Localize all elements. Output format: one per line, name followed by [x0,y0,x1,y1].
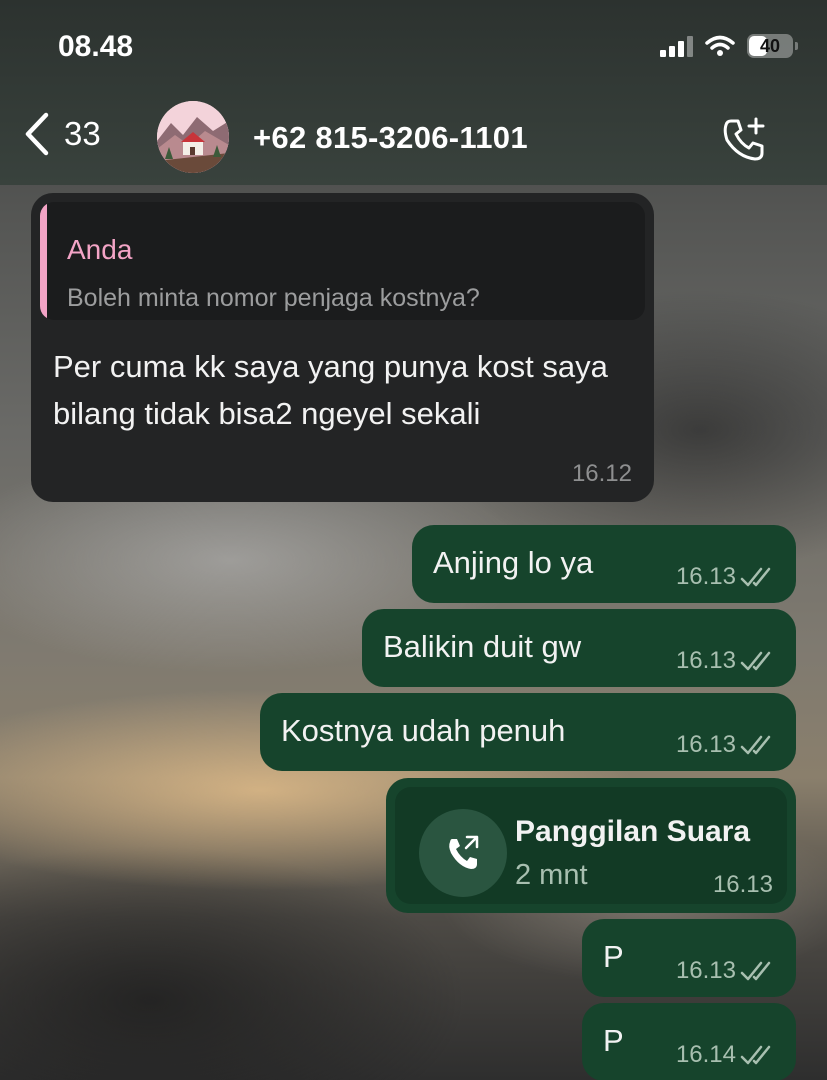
outgoing-message[interactable]: Anjing lo ya 16.13 [412,525,796,603]
message-time: 16.13 [675,563,736,590]
incoming-message[interactable]: Anda Boleh minta nomor penjaga kostnya? … [31,193,654,502]
chevron-left-icon [25,112,49,156]
message-text: Kostnya udah penuh [281,713,566,748]
message-meta: 16.14 [676,1041,776,1069]
avatar[interactable] [157,101,229,173]
outgoing-message[interactable]: P 16.14 [582,1003,796,1080]
message-time: 16.13 [675,731,736,758]
message-time: 16.12 [571,460,632,487]
message-text: Per cuma kk saya yang punya kost saya bi… [53,349,608,431]
add-call-icon [723,117,765,161]
status-time: 08.48 [58,30,134,63]
message-text: Balikin duit gw [383,629,582,664]
outgoing-message[interactable]: Balikin duit gw 16.13 [362,609,796,687]
double-check-icon [740,735,771,755]
call-card[interactable]: Panggilan Suara 2 mnt 16.13 [395,787,787,904]
quote-text: Boleh minta nomor penjaga kostnya? [67,284,480,312]
battery-icon: 40 [747,34,798,58]
message-meta: 16.13 [676,647,776,675]
message-time: 16.13 [712,871,773,898]
voice-call-message[interactable]: Panggilan Suara 2 mnt 16.13 [386,778,796,913]
message-text: Anjing lo ya [433,545,594,580]
message-meta: 16.13 [676,731,776,759]
call-duration: 2 mnt [515,859,588,891]
message-meta: 16.13 [676,563,776,591]
outgoing-message[interactable]: Kostnya udah penuh 16.13 [260,693,796,771]
outgoing-message[interactable]: P 16.13 [582,919,796,997]
message-time: 16.13 [675,957,736,984]
wifi-icon [705,35,735,56]
quote-author: Anda [67,234,133,265]
add-call-button[interactable] [720,115,768,168]
message-time: 16.14 [675,1041,736,1068]
message-text: P [603,939,624,974]
message-time: 16.13 [675,647,736,674]
unread-count: 33 [64,115,101,152]
quoted-reply[interactable]: Anda Boleh minta nomor penjaga kostnya? [40,202,645,320]
double-check-icon [740,1045,771,1065]
outgoing-call-icon [419,809,507,897]
message-meta: 16.13 [676,957,776,985]
chat-header: 08.48 40 33 +62 815-3206-1101 [0,0,827,185]
call-title: Panggilan Suara [515,815,751,848]
signal-icon [660,35,693,57]
double-check-icon [740,567,771,587]
message-text: P [603,1023,624,1058]
status-icons: 40 [660,34,798,58]
double-check-icon [740,961,771,981]
battery-level: 40 [759,35,781,56]
contact-name[interactable]: +62 815-3206-1101 [253,120,528,156]
double-check-icon [740,651,771,671]
quote-accent-bar [40,202,47,320]
back-button[interactable]: 33 [24,112,101,156]
